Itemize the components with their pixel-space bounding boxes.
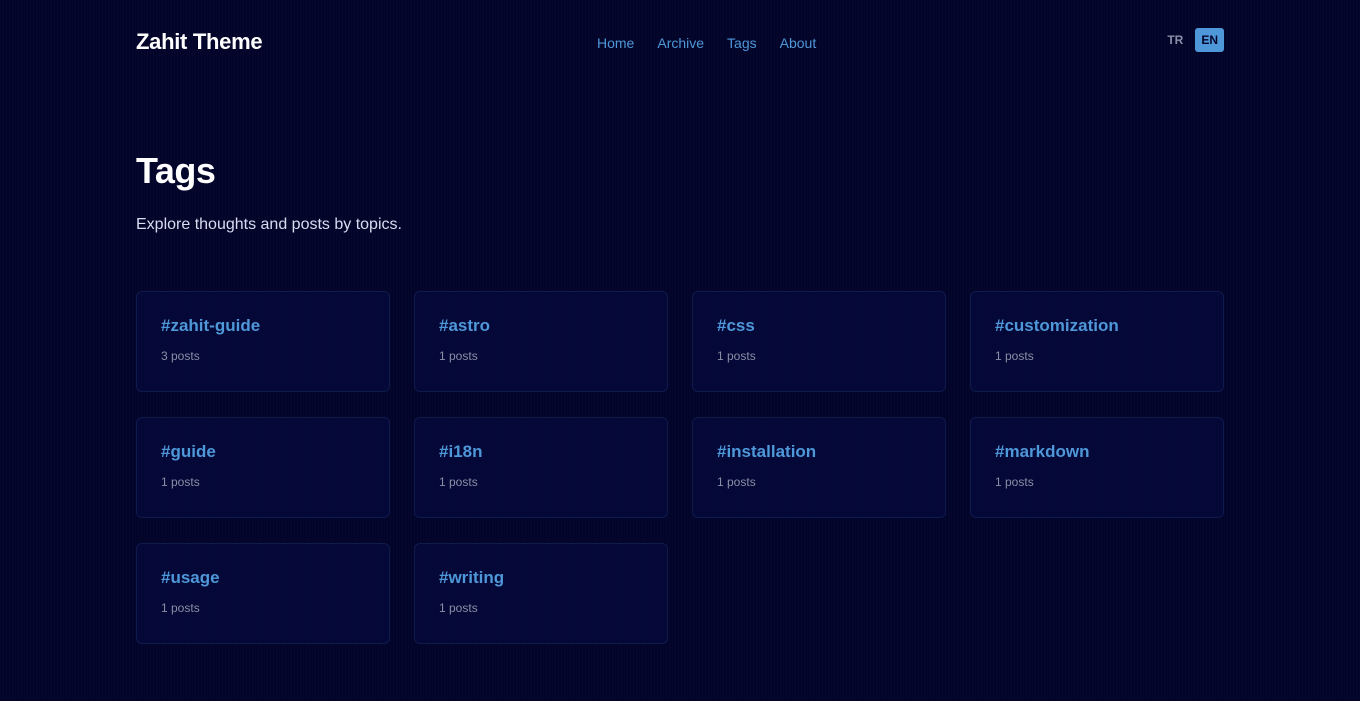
main-nav: Home Archive Tags About (597, 35, 816, 51)
tag-post-count: 1 posts (161, 601, 200, 615)
tag-name: #customization (995, 316, 1119, 335)
tag-name: #markdown (995, 442, 1090, 461)
tag-card[interactable]: #writing 1 posts (414, 543, 668, 644)
tag-name: #installation (717, 442, 817, 461)
tag-post-count: 1 posts (995, 475, 1034, 489)
tag-name: #css (717, 316, 755, 335)
tag-name: #guide (161, 442, 216, 461)
tag-post-count: 3 posts (161, 349, 200, 363)
page-subtitle: Explore thoughts and posts by topics. (136, 216, 402, 233)
tag-name: #astro (439, 316, 491, 335)
tag-card[interactable]: #markdown 1 posts (970, 417, 1224, 518)
tag-card[interactable]: #css 1 posts (692, 291, 946, 392)
tag-name: #writing (439, 568, 505, 587)
tag-card[interactable]: #guide 1 posts (136, 417, 390, 518)
tag-name: #usage (161, 568, 220, 587)
tag-grid: #zahit-guide 3 posts #astro 1 posts #css… (136, 291, 1224, 644)
tag-post-count: 1 posts (439, 601, 478, 615)
tag-post-count: 1 posts (439, 475, 478, 489)
nav-link-tags[interactable]: Tags (727, 35, 757, 51)
tag-card[interactable]: #i18n 1 posts (414, 417, 668, 518)
page-container: Zahit Theme Home Archive Tags About TR E… (136, 0, 1224, 701)
tag-card[interactable]: #customization 1 posts (970, 291, 1224, 392)
page-title: Tags (136, 150, 216, 191)
tag-post-count: 1 posts (439, 349, 478, 363)
tag-post-count: 1 posts (995, 349, 1034, 363)
tag-card[interactable]: #astro 1 posts (414, 291, 668, 392)
tag-post-count: 1 posts (161, 475, 200, 489)
language-button-en[interactable]: EN (1195, 28, 1224, 52)
nav-link-home[interactable]: Home (597, 35, 634, 51)
tag-name: #i18n (439, 442, 483, 461)
nav-link-about[interactable]: About (780, 35, 817, 51)
language-switcher: TR EN (1161, 28, 1224, 52)
tag-card[interactable]: #usage 1 posts (136, 543, 390, 644)
tag-name: #zahit-guide (161, 316, 261, 335)
tag-card[interactable]: #installation 1 posts (692, 417, 946, 518)
tag-card[interactable]: #zahit-guide 3 posts (136, 291, 390, 392)
tag-post-count: 1 posts (717, 475, 756, 489)
language-button-tr[interactable]: TR (1161, 28, 1189, 52)
nav-link-archive[interactable]: Archive (657, 35, 704, 51)
site-header: Zahit Theme Home Archive Tags About TR E… (136, 27, 1224, 59)
tag-post-count: 1 posts (717, 349, 756, 363)
site-brand-link[interactable]: Zahit Theme (136, 29, 263, 55)
